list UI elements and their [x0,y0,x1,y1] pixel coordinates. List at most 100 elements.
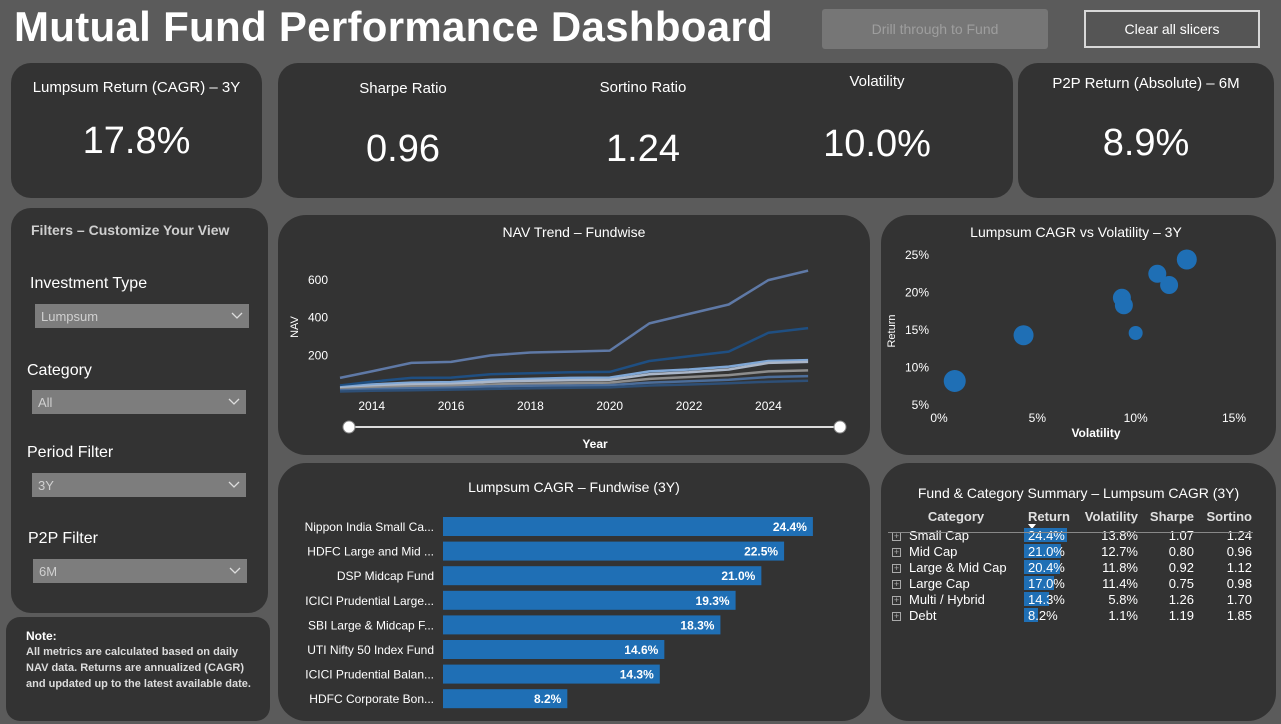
range-slider-start-handle[interactable] [342,420,356,434]
col-sharpe[interactable]: Sharpe [1142,505,1198,527]
bar-category-label: HDFC Large and Mid ... [307,545,434,559]
row-return-value: 14.3% [1028,591,1065,607]
x-tick-label: 2018 [517,399,544,413]
kpi-p2p-label: P2P Return (Absolute) – 6M [1052,75,1240,92]
kpi-card-lumpsum: Lumpsum Return (CAGR) – 3Y 17.8% [11,63,262,198]
category-value: All [38,394,53,410]
y-axis-label: Return [886,314,898,347]
x-tick-label: 2024 [755,399,782,413]
row-category: + Large Cap [888,575,1024,591]
row-sortino: 1.70 [1226,591,1252,607]
kpi-sharpe-label: Sharpe Ratio [359,80,447,97]
row-category: + Debt [888,607,1024,623]
row-sortino: 1.24 [1226,527,1252,543]
scatter-point[interactable] [1128,326,1143,340]
row-sharpe: 0.75 [1168,575,1194,591]
note-heading: Note: [26,629,57,643]
col-category[interactable]: Category [888,505,1024,527]
period-filter-label: Period Filter [27,444,114,461]
bar-category-label: DSP Midcap Fund [337,569,434,583]
chevron-down-icon [228,481,240,488]
y-axis-label: NAV [289,315,301,337]
kpi-lumpsum-label: Lumpsum Return (CAGR) – 3Y [32,79,241,96]
page-title: Mutual Fund Performance Dashboard [14,3,773,50]
kpi-card-p2p: P2P Return (Absolute) – 6M 8.9% [1018,63,1274,198]
scatter-point[interactable] [1176,249,1197,270]
row-sharpe: 0.80 [1168,543,1194,559]
row-category: + Small Cap [888,527,1024,543]
chevron-down-icon [231,312,243,319]
x-tick-label: 2016 [438,399,465,413]
note-body: All metrics are calculated based on dail… [26,646,251,690]
clear-slicers-button[interactable]: Clear all slicers [1084,10,1260,48]
p2p-filter-value: 6M [39,563,58,579]
summary-header-row: Category Return Volatility Sharpe Sortin… [888,505,1256,529]
expand-icon[interactable]: + [892,579,901,589]
category-label: Category [27,362,92,379]
summary-title: Fund & Category Summary – Lumpsum CAGR (… [917,485,1240,501]
bar[interactable] [443,590,736,610]
x-tick-label: 2014 [358,399,385,413]
category-select[interactable]: All [32,390,246,414]
x-tick-label: 2020 [596,399,623,413]
range-slider-end-handle[interactable] [833,420,847,434]
row-return: 14.3% [1024,591,1076,607]
note-text-block: Note: All metrics are calculated based o… [26,628,260,692]
p2p-filter-select[interactable]: 6M [33,559,247,583]
scatter-point[interactable] [1114,296,1133,315]
scatter-point[interactable] [1160,276,1179,294]
bar[interactable] [443,615,721,635]
expand-icon[interactable]: + [892,563,901,573]
row-category-label: Large Cap [909,575,970,591]
col-sortino[interactable]: Sortino [1198,505,1256,527]
col-return[interactable]: Return [1024,505,1076,529]
investment-type-select[interactable]: Lumpsum [35,304,249,328]
bar[interactable] [443,517,813,536]
table-row[interactable]: + Multi / Hybrid 14.3% 5.8% 1.26 1.70 [888,591,1256,607]
y-tick-label: 10% [905,361,929,375]
row-sharpe: 1.07 [1168,527,1194,543]
row-return-value: 21.0% [1028,543,1065,559]
cagr-bar-chart: Nippon India Small Ca... 24.4% HDFC Large … [305,517,813,709]
col-return-label: Return [1028,508,1070,524]
nav-series-line [339,269,809,380]
bar-value-label: 14.6% [624,643,658,657]
expand-icon[interactable]: + [892,547,901,557]
scatter-point[interactable] [1013,325,1034,346]
period-filter-value: 3Y [38,477,54,493]
expand-icon[interactable]: + [892,611,901,621]
row-return-value: 24.4% [1028,527,1065,543]
col-volatility[interactable]: Volatility [1076,505,1142,527]
investment-type-value: Lumpsum [41,308,99,324]
bar[interactable] [443,566,762,586]
period-filter-select[interactable]: 3Y [32,473,246,497]
row-sortino: 1.12 [1226,559,1252,575]
bar[interactable] [443,541,785,561]
summary-table: Category Return Volatility Sharpe Sortin… [888,505,1256,623]
row-return: 8.2% [1024,607,1076,623]
filters-heading: Filters – Customize Your View [31,222,230,238]
table-row[interactable]: + Large & Mid Cap 20.4% 11.8% 0.92 1.12 [888,559,1256,575]
y-tick-label: 15% [905,323,929,337]
x-tick-label: 10% [1124,411,1148,425]
row-sharpe: 1.19 [1168,607,1194,623]
x-tick-label: 2022 [676,399,703,413]
row-return: 24.4% [1024,527,1076,543]
bar-category-label: SBI Large & Midcap F... [308,618,434,632]
row-volatility: 1.1% [1108,607,1138,623]
expand-icon[interactable]: + [892,595,901,605]
y-tick-label: 600 [308,273,328,287]
kpi-p2p-value: 8.9% [1102,122,1190,164]
table-row[interactable]: + Small Cap 24.4% 13.8% 1.07 1.24 [888,527,1256,543]
row-category-label: Mid Cap [909,543,958,559]
bar-category-label: Nippon India Small Ca... [305,520,434,534]
drill-through-button[interactable]: Drill through to Fund [822,9,1048,49]
table-row[interactable]: + Debt 8.2% 1.1% 1.19 1.85 [888,607,1256,623]
row-sharpe: 1.26 [1168,591,1194,607]
table-row[interactable]: + Mid Cap 21.0% 12.7% 0.80 0.96 [888,543,1256,559]
scatter-point[interactable] [943,370,966,392]
row-volatility: 12.7% [1101,543,1138,559]
bar-value-label: 21.0% [721,569,755,583]
table-row[interactable]: + Large Cap 17.0% 11.4% 0.75 0.98 [888,575,1256,591]
y-tick-label: 25% [905,248,929,262]
